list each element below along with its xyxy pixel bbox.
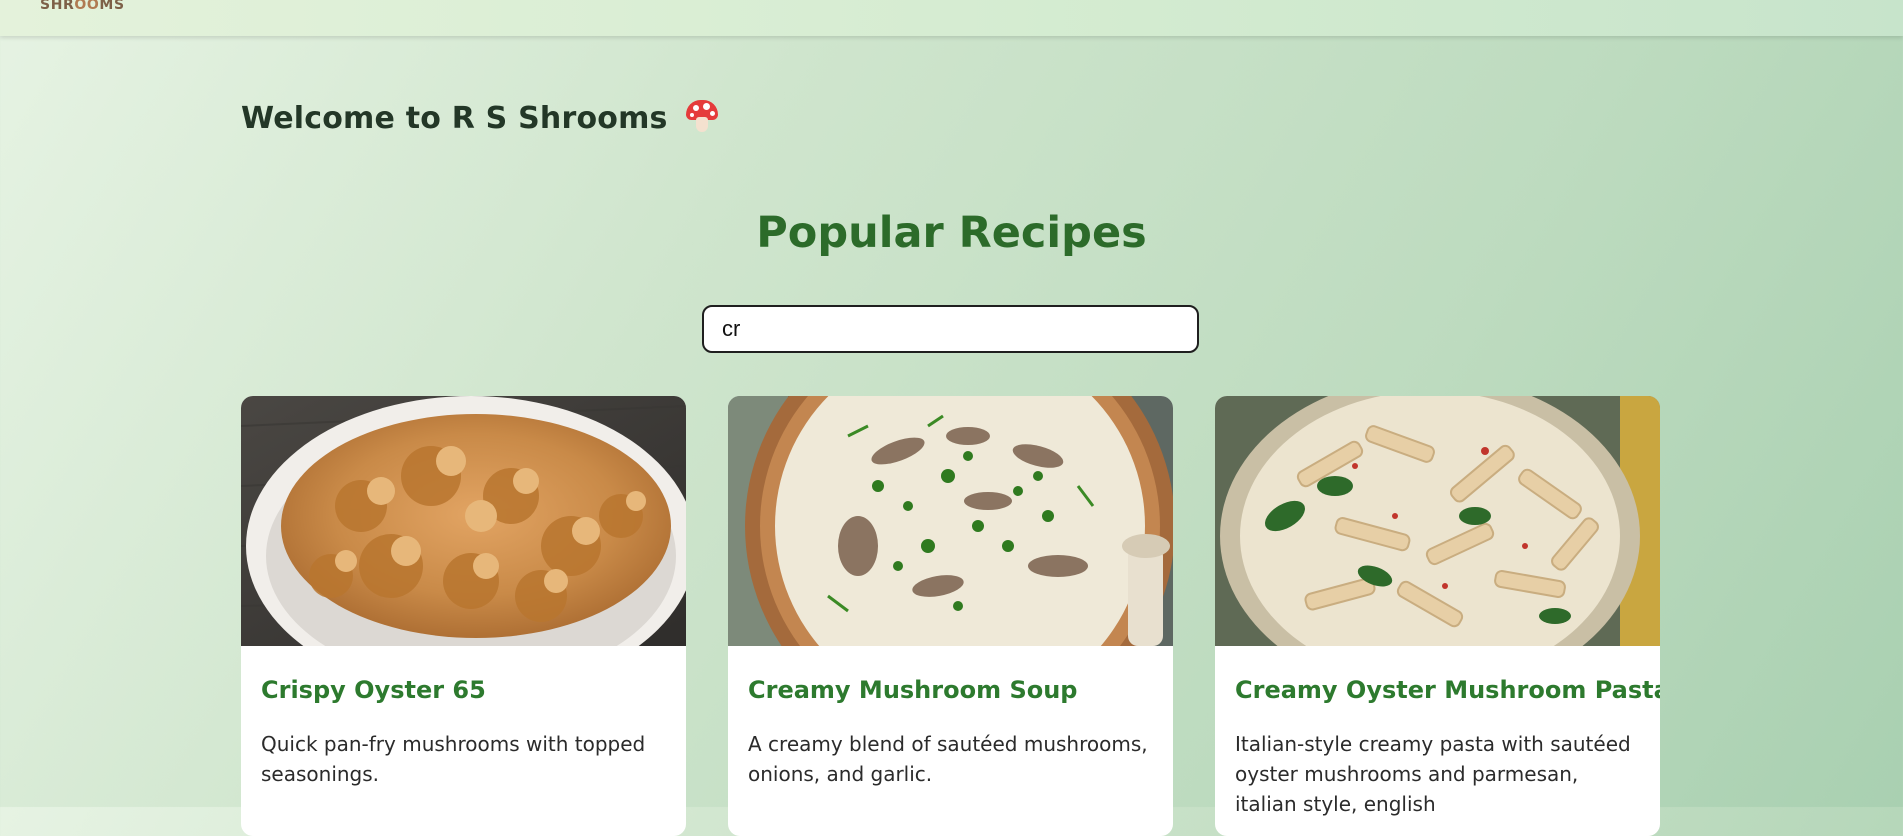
- logo-text-part: MS: [99, 0, 125, 13]
- recipe-description: Quick pan-fry mushrooms with topped seas…: [261, 732, 646, 786]
- crispy-oyster-photo: [241, 396, 686, 646]
- top-navbar: SHROOMS: [0, 0, 1903, 36]
- logo-text-part: OO: [74, 0, 100, 13]
- site-logo[interactable]: SHROOMS: [40, 0, 125, 13]
- logo-text-part: HR: [50, 0, 75, 13]
- mushroom-pasta-photo: [1215, 396, 1660, 646]
- mushroom-soup-photo: [728, 396, 1173, 646]
- mushroom-icon: [686, 100, 719, 132]
- recipe-card[interactable]: Creamy Mushroom Soup A creamy blend of s…: [728, 396, 1173, 836]
- recipe-description: Italian-style creamy pasta with sautéed …: [1235, 732, 1631, 816]
- recipe-card[interactable]: Creamy Oyster Mushroom Pasta Italian-sty…: [1215, 396, 1660, 836]
- logo-text-part: S: [40, 0, 51, 13]
- recipe-title[interactable]: Crispy Oyster 65: [261, 676, 674, 704]
- recipe-card[interactable]: Crispy Oyster 65 Quick pan-fry mushrooms…: [241, 396, 686, 836]
- recipe-search-input[interactable]: [702, 305, 1199, 353]
- recipe-title[interactable]: Creamy Oyster Mushroom Pasta: [1235, 676, 1660, 704]
- recipe-title[interactable]: Creamy Mushroom Soup: [748, 676, 1161, 704]
- welcome-text: Welcome to R S Shrooms: [241, 101, 668, 136]
- welcome-heading: Welcome to R S Shrooms: [241, 100, 719, 136]
- popular-recipes-title: Popular Recipes: [756, 208, 1147, 258]
- recipe-description: A creamy blend of sautéed mushrooms, oni…: [748, 732, 1148, 786]
